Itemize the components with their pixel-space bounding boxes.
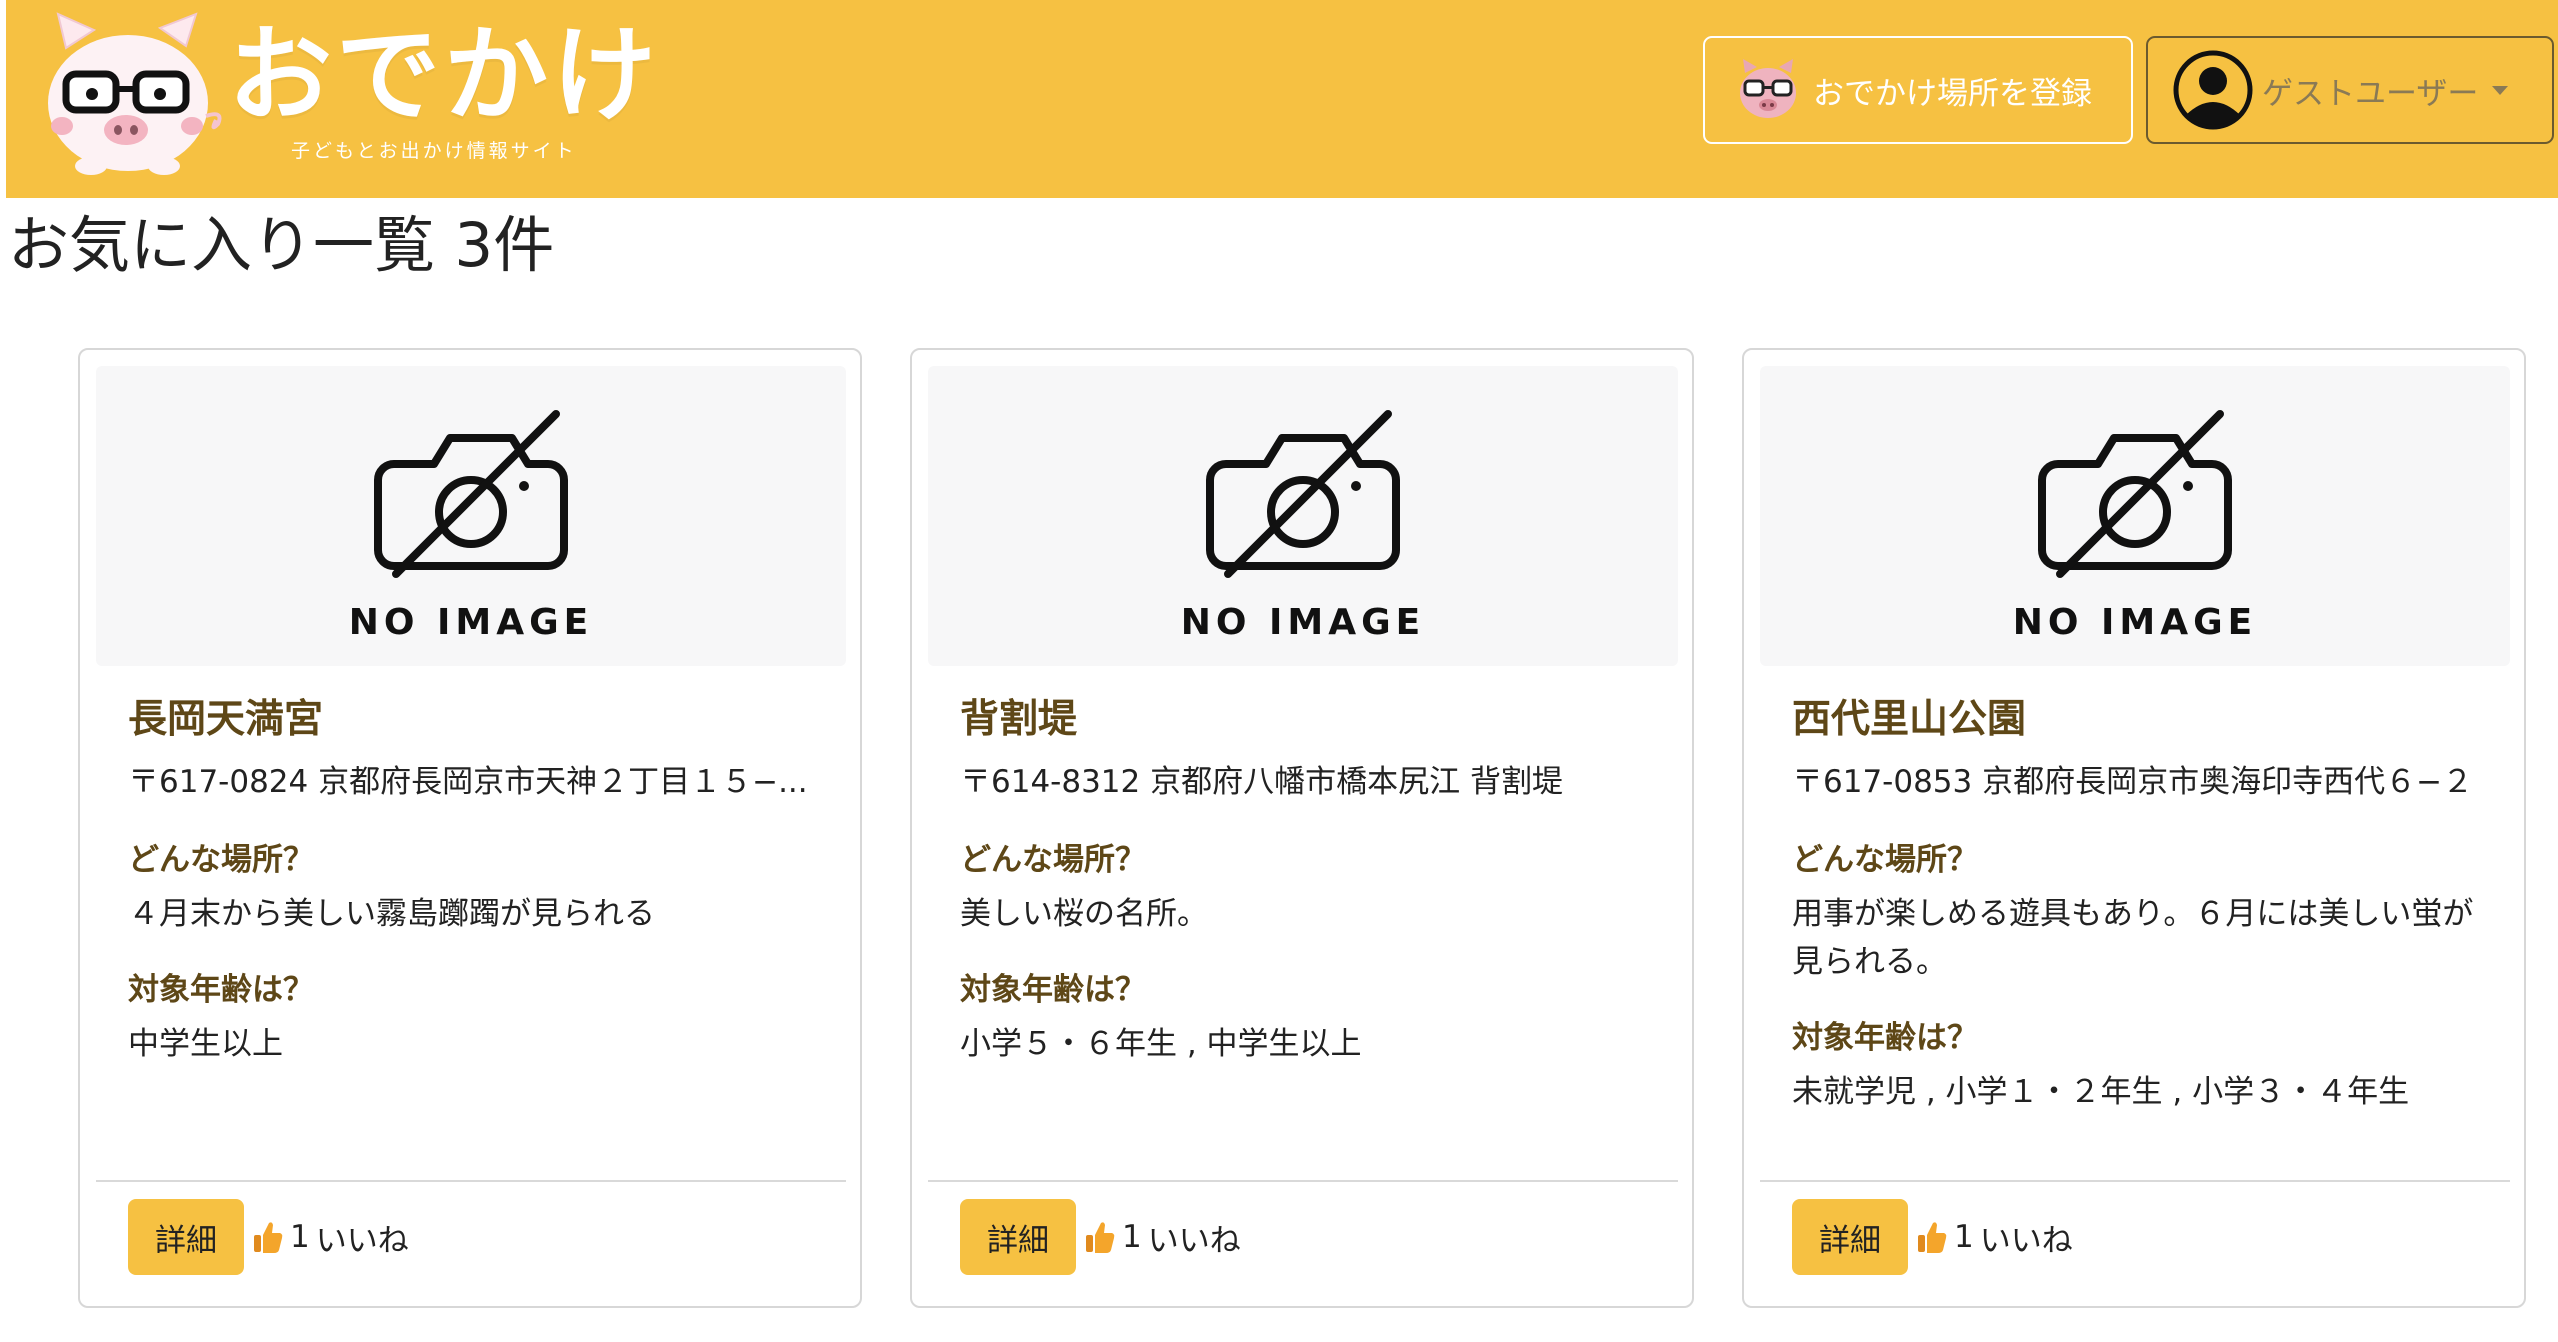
thumbs-up-icon: [1918, 1222, 1947, 1253]
place-description: ４月末から美しい霧島躑躅が見られる: [128, 896, 655, 932]
thumbs-up-icon: [1086, 1222, 1115, 1253]
favorite-card: NO IMAGE 西代里山公園 〒617-0853 京都府長岡京市奥海印寺西代６…: [1742, 348, 2526, 1308]
no-image-label: NO IMAGE: [2012, 602, 2258, 643]
card-divider: [928, 1180, 1678, 1182]
detail-button[interactable]: 詳細: [1792, 1199, 1908, 1275]
target-age-label: 対象年齢は？: [960, 972, 1146, 1008]
like-button[interactable]: 1 いいね: [1916, 1212, 2073, 1262]
user-menu-label: ゲストユーザー: [2262, 75, 2479, 111]
register-place-label: おでかけ場所を登録: [1813, 75, 2092, 111]
favorite-card: NO IMAGE 背割堤 〒614-8312 京都府八幡市橋本尻江 背割堤 どん…: [910, 348, 1694, 1308]
brand-title: おでかけ: [228, 14, 661, 136]
detail-button[interactable]: 詳細: [960, 1199, 1076, 1275]
no-image-label: NO IMAGE: [1180, 602, 1426, 643]
place-description: 用事が楽しめる遊具もあり。６月には美しい蛍が見られる。: [1792, 896, 2474, 980]
target-age-label: 対象年齢は？: [1792, 1020, 1978, 1056]
place-name: 西代里山公園: [1792, 697, 2027, 742]
place-type-label: どんな場所？: [1792, 842, 1978, 878]
camera-off-icon: [374, 410, 568, 578]
like-label: いいね: [1147, 1222, 1241, 1259]
camera-off-icon: [1206, 410, 1400, 578]
target-age-value: 中学生以上: [128, 1026, 283, 1062]
place-address: 〒617-0824 京都府長岡京市天神２丁目１５−...: [128, 764, 808, 800]
like-count: 1: [1122, 1219, 1142, 1255]
card-image-placeholder: NO IMAGE: [1760, 366, 2510, 666]
thumbs-up-icon: [254, 1222, 283, 1253]
like-count: 1: [1954, 1219, 1974, 1255]
like-button[interactable]: 1 いいね: [252, 1212, 409, 1262]
target-age-value: 小学５・６年生 , 中学生以上: [960, 1026, 1362, 1062]
pig-logo-icon: [48, 12, 222, 175]
place-description: 美しい桜の名所。: [960, 896, 1208, 932]
card-image-placeholder: NO IMAGE: [96, 366, 846, 666]
like-count: 1: [290, 1219, 310, 1255]
pig-mini-icon: [1740, 59, 1796, 118]
detail-button[interactable]: 詳細: [128, 1199, 244, 1275]
like-button[interactable]: 1 いいね: [1084, 1212, 1241, 1262]
target-age-value: 未就学児 , 小学１・２年生 , 小学３・４年生: [1792, 1074, 2410, 1110]
place-name: 背割堤: [960, 697, 1078, 742]
place-name: 長岡天満宮: [128, 697, 324, 742]
place-address: 〒617-0853 京都府長岡京市奥海印寺西代６−２: [1792, 764, 2474, 800]
card-divider: [96, 1180, 846, 1182]
place-address: 〒614-8312 京都府八幡市橋本尻江 背割堤: [960, 764, 1563, 800]
like-label: いいね: [315, 1222, 409, 1259]
brand-link[interactable]: おでかけ 子どもとお出かけ情報サイト: [36, 8, 696, 178]
favorite-card: NO IMAGE 長岡天満宮 〒617-0824 京都府長岡京市天神２丁目１５−…: [78, 348, 862, 1308]
target-age-label: 対象年齢は？: [128, 972, 314, 1008]
user-menu-dropdown[interactable]: ゲストユーザー: [2146, 36, 2554, 144]
navbar: おでかけ 子どもとお出かけ情報サイト おでかけ場所を登録 ゲストユーザー: [6, 0, 2558, 198]
page-title: お気に入り一覧 3件: [8, 210, 555, 281]
no-image-label: NO IMAGE: [348, 602, 594, 643]
card-divider: [1760, 1180, 2510, 1182]
caret-down-icon: [2492, 85, 2509, 95]
user-circle-icon: [2173, 50, 2253, 130]
brand-subtitle: 子どもとお出かけ情報サイト: [291, 140, 577, 162]
register-place-button[interactable]: おでかけ場所を登録: [1703, 36, 2133, 144]
place-type-label: どんな場所？: [960, 842, 1146, 878]
camera-off-icon: [2038, 410, 2232, 578]
card-image-placeholder: NO IMAGE: [928, 366, 1678, 666]
place-type-label: どんな場所？: [128, 842, 314, 878]
like-label: いいね: [1979, 1222, 2073, 1259]
